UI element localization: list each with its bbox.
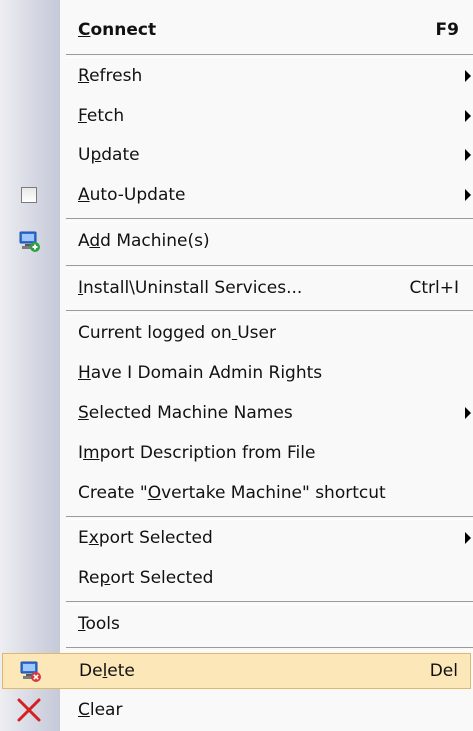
menu-item-domain-admin-rights[interactable]: Have I Domain Admin Rights xyxy=(0,357,473,389)
separator xyxy=(66,601,473,605)
menu-item-label: Auto-Update xyxy=(78,185,186,205)
submenu-arrow-icon xyxy=(465,70,471,82)
menu-item-label: Current logged on User xyxy=(78,323,276,343)
menu-item-update[interactable]: Update xyxy=(0,139,473,171)
add-machine-icon xyxy=(16,228,42,254)
menu-item-export-selected[interactable]: Export Selected xyxy=(0,522,473,554)
menu-item-delete[interactable]: Delete Del xyxy=(2,653,471,689)
menu-item-create-overtake-shortcut[interactable]: Create "Overtake Machine" shortcut xyxy=(0,477,473,509)
delete-machine-icon xyxy=(17,658,43,684)
menu-item-label: Update xyxy=(78,145,140,165)
menu-item-label: Report Selected xyxy=(78,568,214,588)
shortcut-text: F9 xyxy=(435,20,459,40)
separator xyxy=(66,54,473,58)
menu-item-label: Fetch xyxy=(78,106,125,126)
menu-item-label: Tools xyxy=(78,614,120,634)
menu-item-import-description[interactable]: Import Description from File xyxy=(0,437,473,469)
menu-item-label: Clear xyxy=(78,700,123,720)
checkbox-icon[interactable] xyxy=(16,182,42,208)
separator xyxy=(66,218,473,222)
menu-item-label: Create "Overtake Machine" shortcut xyxy=(78,483,386,503)
menu-item-fetch[interactable]: Fetch xyxy=(0,100,473,132)
menu-item-label: Export Selected xyxy=(78,528,213,548)
menu-item-label: Delete xyxy=(79,661,135,681)
menu-item-selected-machine-names[interactable]: Selected Machine Names xyxy=(0,397,473,429)
clear-x-icon xyxy=(16,697,42,723)
menu-item-label: Install\Uninstall Services... xyxy=(78,278,303,298)
submenu-arrow-icon xyxy=(465,149,471,161)
menu-item-label: Connect xyxy=(78,20,157,40)
separator xyxy=(66,265,473,269)
menu-item-clear[interactable]: Clear xyxy=(0,692,473,728)
menu-item-refresh[interactable]: Refresh xyxy=(0,60,473,92)
menu-item-add-machines[interactable]: Add Machine(s) xyxy=(0,224,473,258)
menu-item-connect[interactable]: Connect F9 xyxy=(0,14,473,46)
shortcut-text: Ctrl+I xyxy=(409,278,459,298)
menu-item-label: Have I Domain Admin Rights xyxy=(78,363,323,383)
menu-item-label: Refresh xyxy=(78,66,143,86)
separator xyxy=(66,310,473,314)
menu-item-label: Import Description from File xyxy=(78,443,316,463)
menu-item-current-logged-on-user[interactable]: Current logged on User xyxy=(0,317,473,349)
shortcut-text: Del xyxy=(429,661,458,681)
menu-item-report-selected[interactable]: Report Selected xyxy=(0,562,473,594)
separator xyxy=(66,516,473,520)
menu-item-label: Selected Machine Names xyxy=(78,403,293,423)
context-menu: Connect F9 Refresh Fetch Update Auto-Upd… xyxy=(0,0,473,731)
menu-item-auto-update[interactable]: Auto-Update xyxy=(0,179,473,211)
submenu-arrow-icon xyxy=(465,532,471,544)
menu-item-tools[interactable]: Tools xyxy=(0,608,473,640)
submenu-arrow-icon xyxy=(465,189,471,201)
submenu-arrow-icon xyxy=(465,407,471,419)
submenu-arrow-icon xyxy=(465,110,471,122)
separator xyxy=(66,647,473,651)
menu-item-label: Add Machine(s) xyxy=(78,231,210,251)
menu-item-install-uninstall-services[interactable]: Install\Uninstall Services... Ctrl+I xyxy=(0,272,473,304)
